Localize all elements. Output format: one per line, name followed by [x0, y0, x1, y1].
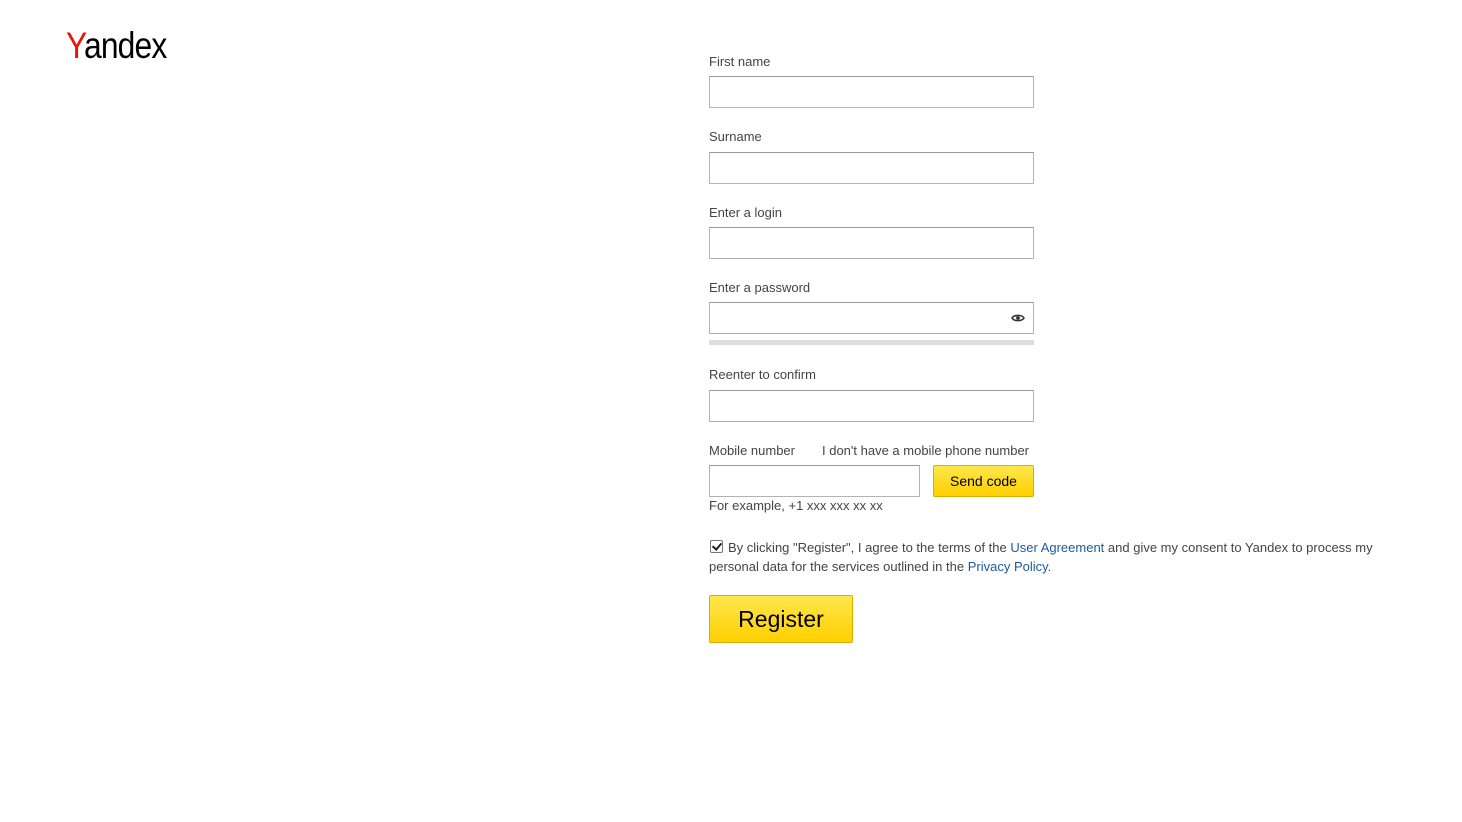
mobile-hint: For example, +1 xxx xxx xx xx: [709, 498, 883, 513]
eye-icon[interactable]: [1011, 313, 1025, 323]
surname-label: Surname: [709, 129, 762, 144]
login-input[interactable]: [710, 228, 1033, 258]
mobile-input[interactable]: [710, 466, 919, 496]
login-label: Enter a login: [709, 205, 782, 220]
confirm-password-field[interactable]: [709, 390, 1034, 422]
register-button[interactable]: Register: [709, 595, 853, 643]
password-strength-bar: [709, 340, 1034, 345]
no-phone-link[interactable]: I don't have a mobile phone number: [822, 443, 1029, 458]
password-field[interactable]: [709, 302, 1034, 334]
consent-checkbox[interactable]: [710, 540, 723, 553]
password-input[interactable]: [710, 303, 1033, 333]
confirm-label: Reenter to confirm: [709, 367, 816, 382]
first-name-input[interactable]: [710, 77, 1033, 107]
user-agreement-link[interactable]: User Agreement: [1010, 540, 1104, 555]
privacy-policy-link[interactable]: Privacy Policy: [968, 559, 1048, 574]
mobile-label: Mobile number: [709, 443, 795, 458]
mobile-field[interactable]: [709, 465, 920, 497]
surname-field[interactable]: [709, 152, 1034, 184]
login-field[interactable]: [709, 227, 1034, 259]
first-name-label: First name: [709, 54, 771, 69]
consent-text: By clicking "Register", I agree to the t…: [709, 540, 1373, 574]
yandex-logo[interactable]: Yandex: [66, 26, 167, 66]
password-label: Enter a password: [709, 280, 811, 295]
first-name-field[interactable]: [709, 76, 1034, 108]
surname-input[interactable]: [710, 153, 1033, 183]
confirm-password-input[interactable]: [710, 391, 1033, 421]
send-code-button[interactable]: Send code: [933, 465, 1034, 497]
